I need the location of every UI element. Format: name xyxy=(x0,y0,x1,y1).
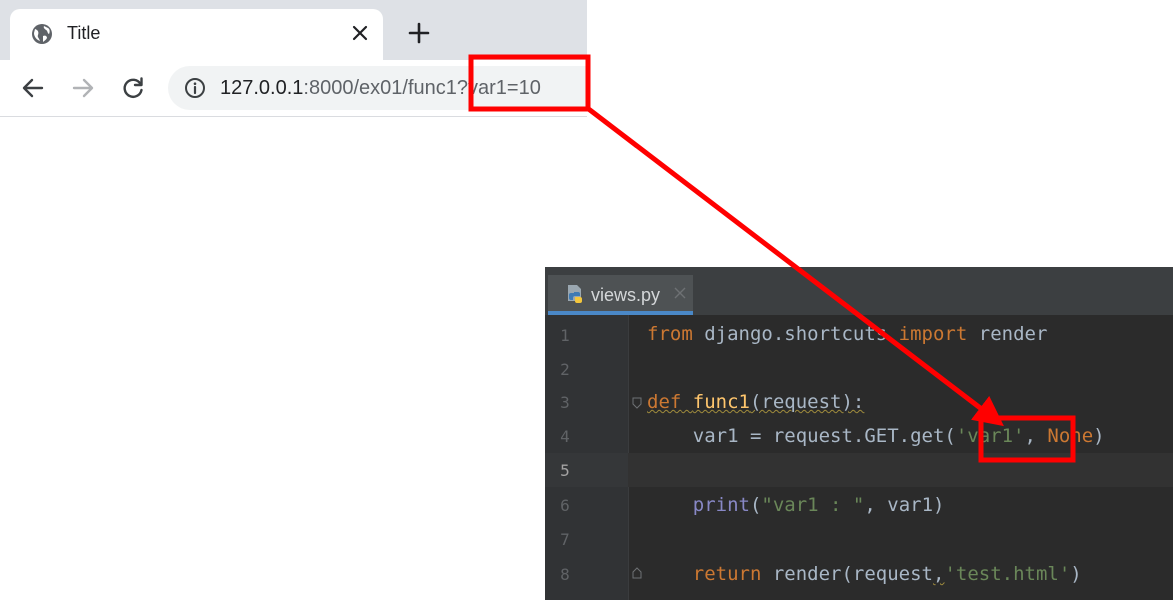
browser-tab-strip: Title xyxy=(0,0,587,60)
code-line-1[interactable]: from django.shortcuts import render xyxy=(647,317,1047,351)
info-icon[interactable] xyxy=(184,77,206,99)
arrow-left-icon[interactable] xyxy=(20,75,46,101)
code-token: render(request xyxy=(761,563,933,585)
browser-toolbar: 127.0.0.1:8000/ex01/func1?var1=10 xyxy=(0,60,587,117)
arrow-right-icon[interactable] xyxy=(70,75,96,101)
code-token: return xyxy=(692,563,762,585)
code-token: print xyxy=(692,494,750,516)
code-token: render xyxy=(967,323,1048,345)
code-token: 'var1' xyxy=(955,425,1025,447)
code-token-warned: , xyxy=(933,563,945,585)
line-number: 4 xyxy=(560,427,570,446)
code-token: None xyxy=(1047,425,1094,447)
address-bar[interactable]: 127.0.0.1:8000/ex01/func1?var1=10 xyxy=(168,66,587,110)
url-text[interactable]: 127.0.0.1:8000/ex01/func1?var1=10 xyxy=(220,75,541,101)
code-token: import xyxy=(898,323,968,345)
browser-tab[interactable]: Title xyxy=(10,9,383,60)
code-line-8[interactable]: return render(request,'test.html') xyxy=(647,557,1082,591)
tab-title: Title xyxy=(67,23,101,43)
code-token: from xyxy=(647,323,693,345)
code-token: ) xyxy=(1093,425,1105,447)
fold-end-icon[interactable] xyxy=(632,567,642,579)
close-icon[interactable] xyxy=(349,22,371,44)
line-number-current: 5 xyxy=(560,461,570,480)
url-host: 127.0.0.1 xyxy=(220,77,304,99)
code-token: 'test.html' xyxy=(944,563,1071,585)
code-line-6[interactable]: print("var1 : ", var1) xyxy=(647,488,945,522)
line-number: 7 xyxy=(560,530,570,549)
code-token: , var1) xyxy=(864,494,945,516)
python-file-icon xyxy=(568,285,582,303)
line-number: 8 xyxy=(560,565,570,584)
line-number: 2 xyxy=(560,360,570,379)
editor-tab-views-py[interactable]: views.py xyxy=(548,275,693,315)
editor-tab-label: views.py xyxy=(591,285,661,305)
code-token: def xyxy=(647,391,682,413)
code-token: ) xyxy=(1070,563,1082,585)
code-token: var1 = request.GET.get( xyxy=(647,425,956,447)
current-line-highlight xyxy=(545,453,1173,487)
close-icon[interactable] xyxy=(674,287,686,299)
code-token: , xyxy=(1024,425,1048,447)
code-token: django.shortcuts xyxy=(692,323,899,345)
editor-tab-bar: views.py xyxy=(545,267,1173,315)
line-number: 6 xyxy=(560,496,570,515)
code-line-4[interactable]: var1 = request.GET.get('var1', None) xyxy=(647,419,1105,453)
code-token: "var1 : " xyxy=(761,494,865,516)
code-token: ( xyxy=(749,494,762,516)
fold-toggle-icon[interactable] xyxy=(632,397,642,409)
code-line-3[interactable]: def func1(request): xyxy=(647,385,864,419)
plus-icon[interactable] xyxy=(407,21,431,45)
line-number: 3 xyxy=(560,393,570,412)
code-token: func1 xyxy=(692,391,750,413)
globe-icon xyxy=(32,24,52,44)
code-token-warned: def func1(request): xyxy=(647,391,864,413)
reload-icon[interactable] xyxy=(120,75,146,101)
line-number: 1 xyxy=(560,326,570,345)
url-path-query: :8000/ex01/func1?var1=10 xyxy=(303,77,541,99)
code-editor: views.py 1 2 3 4 5 6 7 8 from django.sho… xyxy=(545,267,1173,600)
code-token: (request): xyxy=(749,391,865,413)
